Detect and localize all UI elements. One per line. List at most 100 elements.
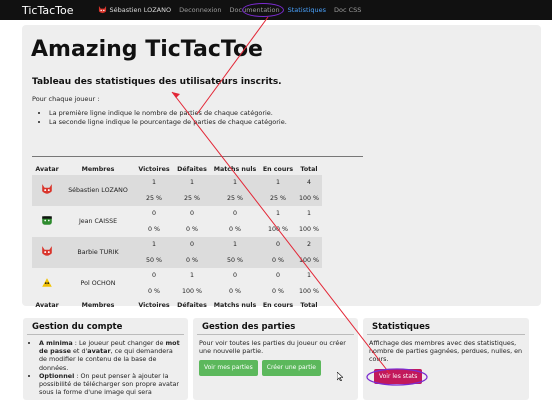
table-row: Jean CAISSE 0 0 0 1 1 (32, 206, 322, 225)
percent-cell: 100 % (298, 225, 319, 233)
count-cell: 1 (210, 237, 260, 253)
count-cell: 0 (232, 272, 237, 280)
percent-cell: 0 % (272, 287, 284, 295)
page-subtitle: Tableau des statistiques des utilisateur… (32, 77, 282, 87)
table-row: Pol OCHON 0 1 0 0 1 (32, 268, 322, 287)
text: et d' (70, 347, 88, 356)
games-panel-text: Pour voir toutes les parties du joueur o… (199, 339, 346, 356)
count-cell: 1 (134, 237, 174, 253)
intro-list: La première ligne indique le nombre de p… (49, 109, 287, 127)
percent-cell: 0 % (174, 252, 210, 268)
percent-cell: 100 % (181, 287, 202, 295)
list-item: Optionnel : On peut penser à ajouter la … (39, 372, 182, 397)
count-cell: 1 (306, 210, 311, 218)
user-name: Sébastien LOZANO (109, 6, 172, 14)
count-cell: 1 (189, 272, 194, 280)
table-row: Sébastien LOZANO 1 1 1 1 4 (32, 175, 322, 206)
intro-text: Pour chaque joueur : (32, 95, 100, 103)
count-cell: 0 (151, 272, 156, 280)
text: : Le joueur peut changer de (72, 339, 166, 347)
stats-panel: Statistiques Affichage des membres avec … (363, 318, 529, 400)
count-cell: 0 (260, 237, 296, 253)
annotation-circle-nav (242, 3, 284, 17)
stats-panel-text: Affichage des membres avec des statistiq… (369, 339, 523, 364)
divider (32, 156, 363, 157)
count-cell: 0 (189, 210, 194, 218)
count-cell: 0 (174, 237, 210, 253)
col-footer-ongoing: En cours (262, 301, 294, 309)
percent-cell: 0 % (186, 225, 198, 233)
avatar-cell (32, 175, 62, 206)
count-cell: 1 (210, 175, 260, 191)
member-name: Pol OCHON (80, 280, 116, 287)
mouse-cursor-icon (337, 372, 343, 381)
count-cell: 0 (232, 210, 237, 218)
view-stats-button[interactable]: Voir les stats (374, 368, 423, 385)
nav-doc-css[interactable]: Doc CSS (334, 6, 361, 14)
col-header-members: Membres (81, 165, 115, 173)
col-footer-members: Membres (81, 301, 115, 309)
nav-deconnexion[interactable]: Deconnexion (179, 6, 221, 14)
percent-cell: 25 % (260, 190, 296, 206)
user-menu[interactable]: Sébastien LOZANO (98, 6, 172, 14)
games-panel: Gestion des parties Pour voir toutes les… (193, 318, 358, 400)
devil-avatar-icon (98, 6, 106, 14)
label-bold: Optionnel (39, 371, 75, 380)
avatar-cell (32, 268, 62, 299)
percent-cell: 100 % (267, 225, 288, 233)
count-cell: 4 (296, 175, 322, 191)
intro-list-item: La seconde ligne indique le pourcentage … (49, 118, 287, 126)
percent-cell: 0 % (148, 287, 160, 295)
percent-cell: 25 % (134, 190, 174, 206)
percent-cell: 25 % (210, 190, 260, 206)
create-game-button[interactable]: Créer une partie (261, 360, 321, 377)
table-footer-row: Avatar Membres Victoires Défaites Matchs… (32, 299, 322, 311)
count-cell: 2 (296, 237, 322, 253)
label-bold: A minima (39, 339, 73, 347)
percent-cell: 50 % (210, 252, 260, 268)
count-cell: 0 (151, 210, 156, 218)
hulk-icon (42, 216, 52, 225)
col-header-total: Total (300, 165, 318, 173)
percent-cell: 100 % (296, 252, 322, 268)
percent-cell: 25 % (174, 190, 210, 206)
avatar-cell (32, 206, 62, 237)
page-title: Amazing TicTacToe (31, 37, 263, 62)
account-panel-title: Gestion du compte (27, 318, 184, 335)
col-header-avatar: Avatar (35, 165, 59, 173)
bird-icon (42, 278, 52, 287)
percent-cell: 100 % (296, 190, 322, 206)
table-row: Barbie TURIK 1 0 1 0 2 (32, 237, 322, 268)
nav-statistiques[interactable]: Statistiques (288, 6, 326, 14)
intro-list-item: La première ligne indique le nombre de p… (49, 109, 287, 117)
percent-cell: 100 % (298, 287, 319, 295)
col-header-draws: Matchs nuls (213, 165, 257, 173)
col-header-ongoing: En cours (262, 165, 294, 173)
main-panel: Amazing TicTacToe Tableau des statistiqu… (22, 25, 541, 309)
devil-icon (42, 184, 52, 194)
col-footer-wins: Victoires (138, 301, 170, 309)
member-name: Jean CAISSE (78, 218, 118, 225)
games-panel-title: Gestion des parties (197, 318, 354, 335)
list-item: A minima : Le joueur peut changer de mot… (39, 339, 182, 372)
percent-cell: 0 % (229, 287, 241, 295)
percent-cell: 50 % (134, 252, 174, 268)
brand-link[interactable]: TicTacToe (22, 4, 74, 17)
member-name: Barbie TURIK (62, 237, 134, 268)
count-cell: 1 (260, 175, 296, 191)
account-panel: Gestion du compte A minima : Le joueur p… (23, 318, 188, 400)
count-cell: 1 (275, 210, 280, 218)
percent-cell: 0 % (229, 225, 241, 233)
col-footer-total: Total (300, 301, 318, 309)
table-header-row: Avatar Membres Victoires Défaites Matchs… (32, 163, 322, 175)
count-cell: 1 (134, 175, 174, 191)
devil-icon (42, 246, 52, 256)
count-cell: 1 (306, 272, 311, 280)
view-games-button[interactable]: Voir mes parties (199, 360, 258, 377)
col-header-wins: Victoires (138, 165, 170, 173)
count-cell: 0 (275, 272, 280, 280)
col-footer-avatar: Avatar (35, 301, 59, 309)
count-cell: 1 (174, 175, 210, 191)
stats-panel-title: Statistiques (367, 318, 525, 335)
col-footer-losses: Défaites (177, 301, 207, 309)
